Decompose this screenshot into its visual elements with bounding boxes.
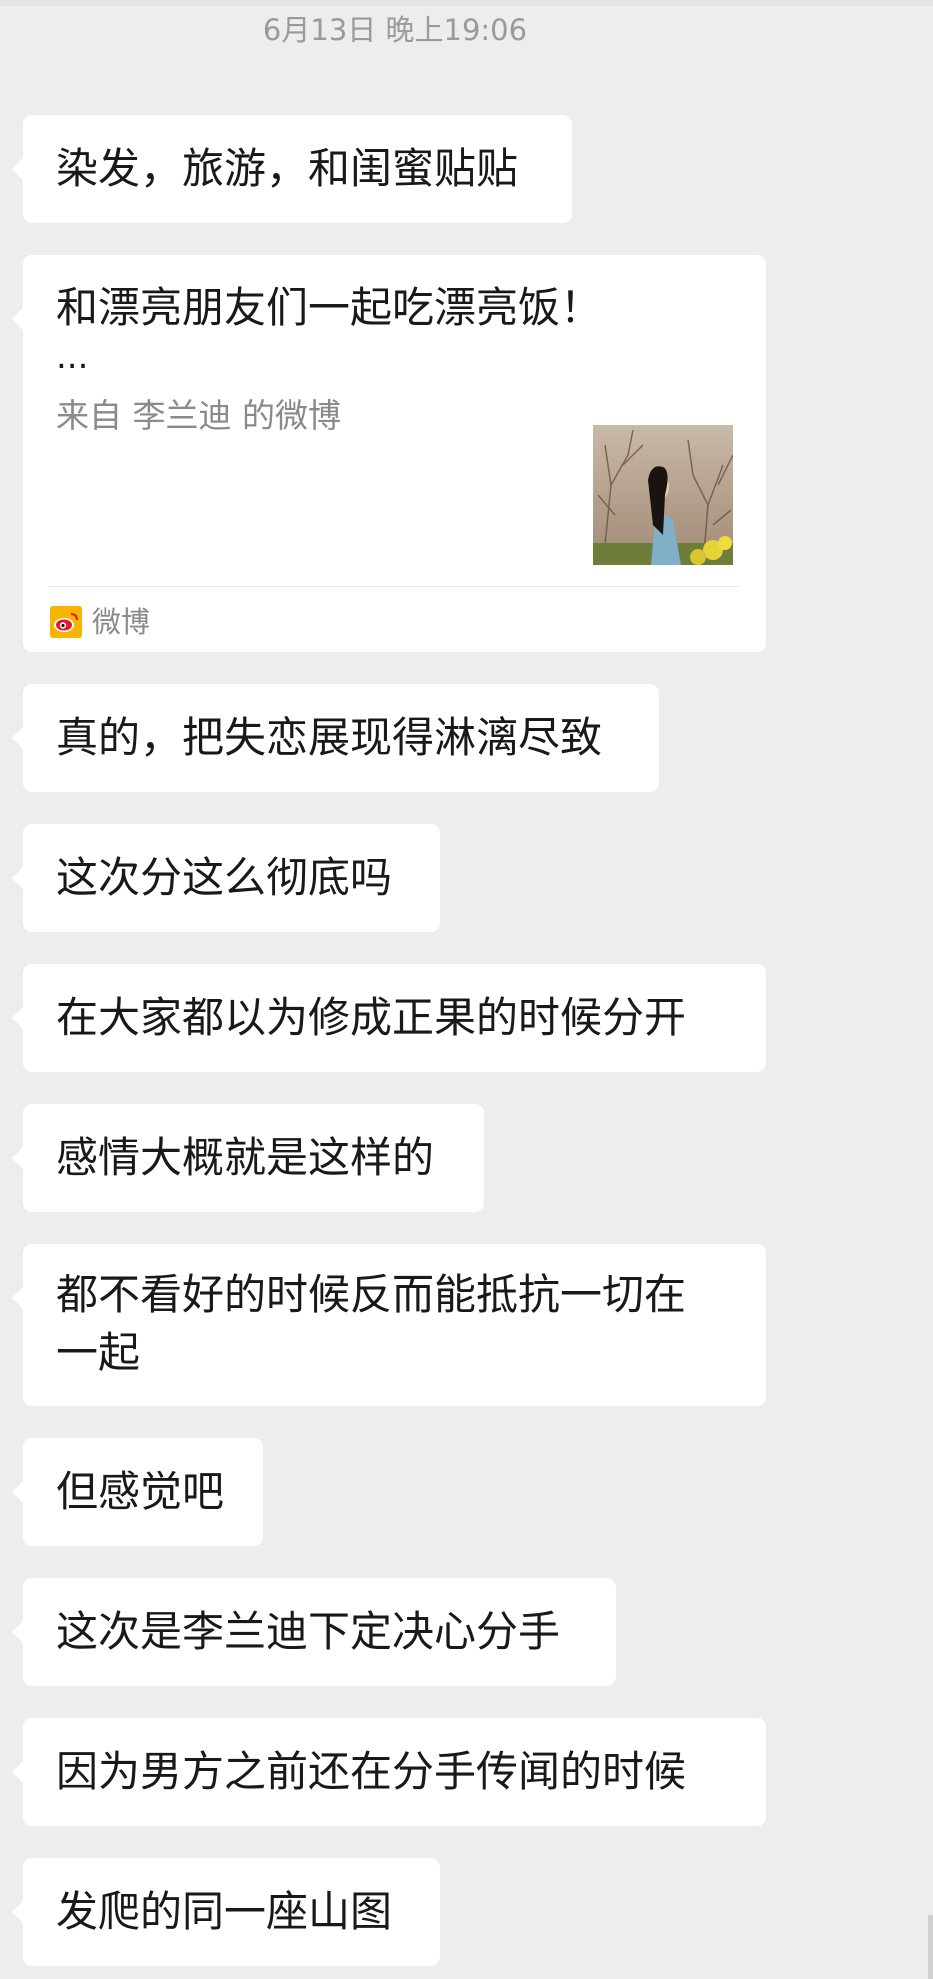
message-bubble[interactable]: 但感觉吧 (12, 1438, 263, 1546)
share-card-footer: 微博 (50, 598, 150, 646)
message-text: 感情大概就是这样的 (56, 1133, 435, 1182)
message-text: 这次是李兰迪下定决心分手 (56, 1607, 561, 1656)
message-bubble[interactable]: 这次分这么彻底吗 (12, 824, 440, 932)
message-text: 因为男方之前还在分手传闻的时候 (56, 1747, 687, 1796)
message-bubble[interactable]: 发爬的同一座山图 (12, 1858, 440, 1966)
top-divider (0, 0, 933, 6)
message-text: 但感觉吧 (56, 1467, 225, 1516)
share-card-ellipsis: ... (56, 337, 89, 377)
message-bubble[interactable]: 这次是李兰迪下定决心分手 (12, 1578, 616, 1686)
message-bubble[interactable]: 在大家都以为修成正果的时候分开 (12, 964, 766, 1072)
message-bubble[interactable]: 感情大概就是这样的 (12, 1104, 484, 1212)
message-text: 都不看好的时候反而能抵抗一切在 一起 (56, 1270, 687, 1377)
message-text: 在大家都以为修成正果的时候分开 (56, 993, 687, 1042)
message-bubble[interactable]: 真的，把失恋展现得淋漓尽致 (12, 684, 659, 792)
share-card-title: 和漂亮朋友们一起吃漂亮饭！ (56, 283, 603, 332)
share-card-source: 来自 李兰迪 的微博 (56, 396, 341, 435)
message-text: 发爬的同一座山图 (56, 1887, 393, 1936)
message-text: 这次分这么彻底吗 (56, 853, 393, 902)
share-card-divider (49, 586, 739, 587)
chat-timestamp: 6月13日 晚上19:06 (262, 13, 528, 47)
message-bubble[interactable]: 都不看好的时候反而能抵抗一切在 一起 (12, 1244, 766, 1406)
message-bubble[interactable]: 染发，旅游，和闺蜜贴贴 (12, 115, 572, 223)
message-bubble[interactable]: 因为男方之前还在分手传闻的时候 (12, 1718, 766, 1826)
share-card-thumbnail (593, 425, 733, 565)
message-text: 染发，旅游，和闺蜜贴贴 (56, 144, 519, 193)
weibo-icon (50, 606, 82, 638)
scrollbar[interactable] (928, 1915, 933, 1979)
weibo-share-card[interactable]: 和漂亮朋友们一起吃漂亮饭！ ... 来自 李兰迪 的微博 微博 (12, 255, 766, 652)
share-card-app-name: 微博 (92, 605, 151, 639)
message-text: 真的，把失恋展现得淋漓尽致 (56, 713, 603, 762)
